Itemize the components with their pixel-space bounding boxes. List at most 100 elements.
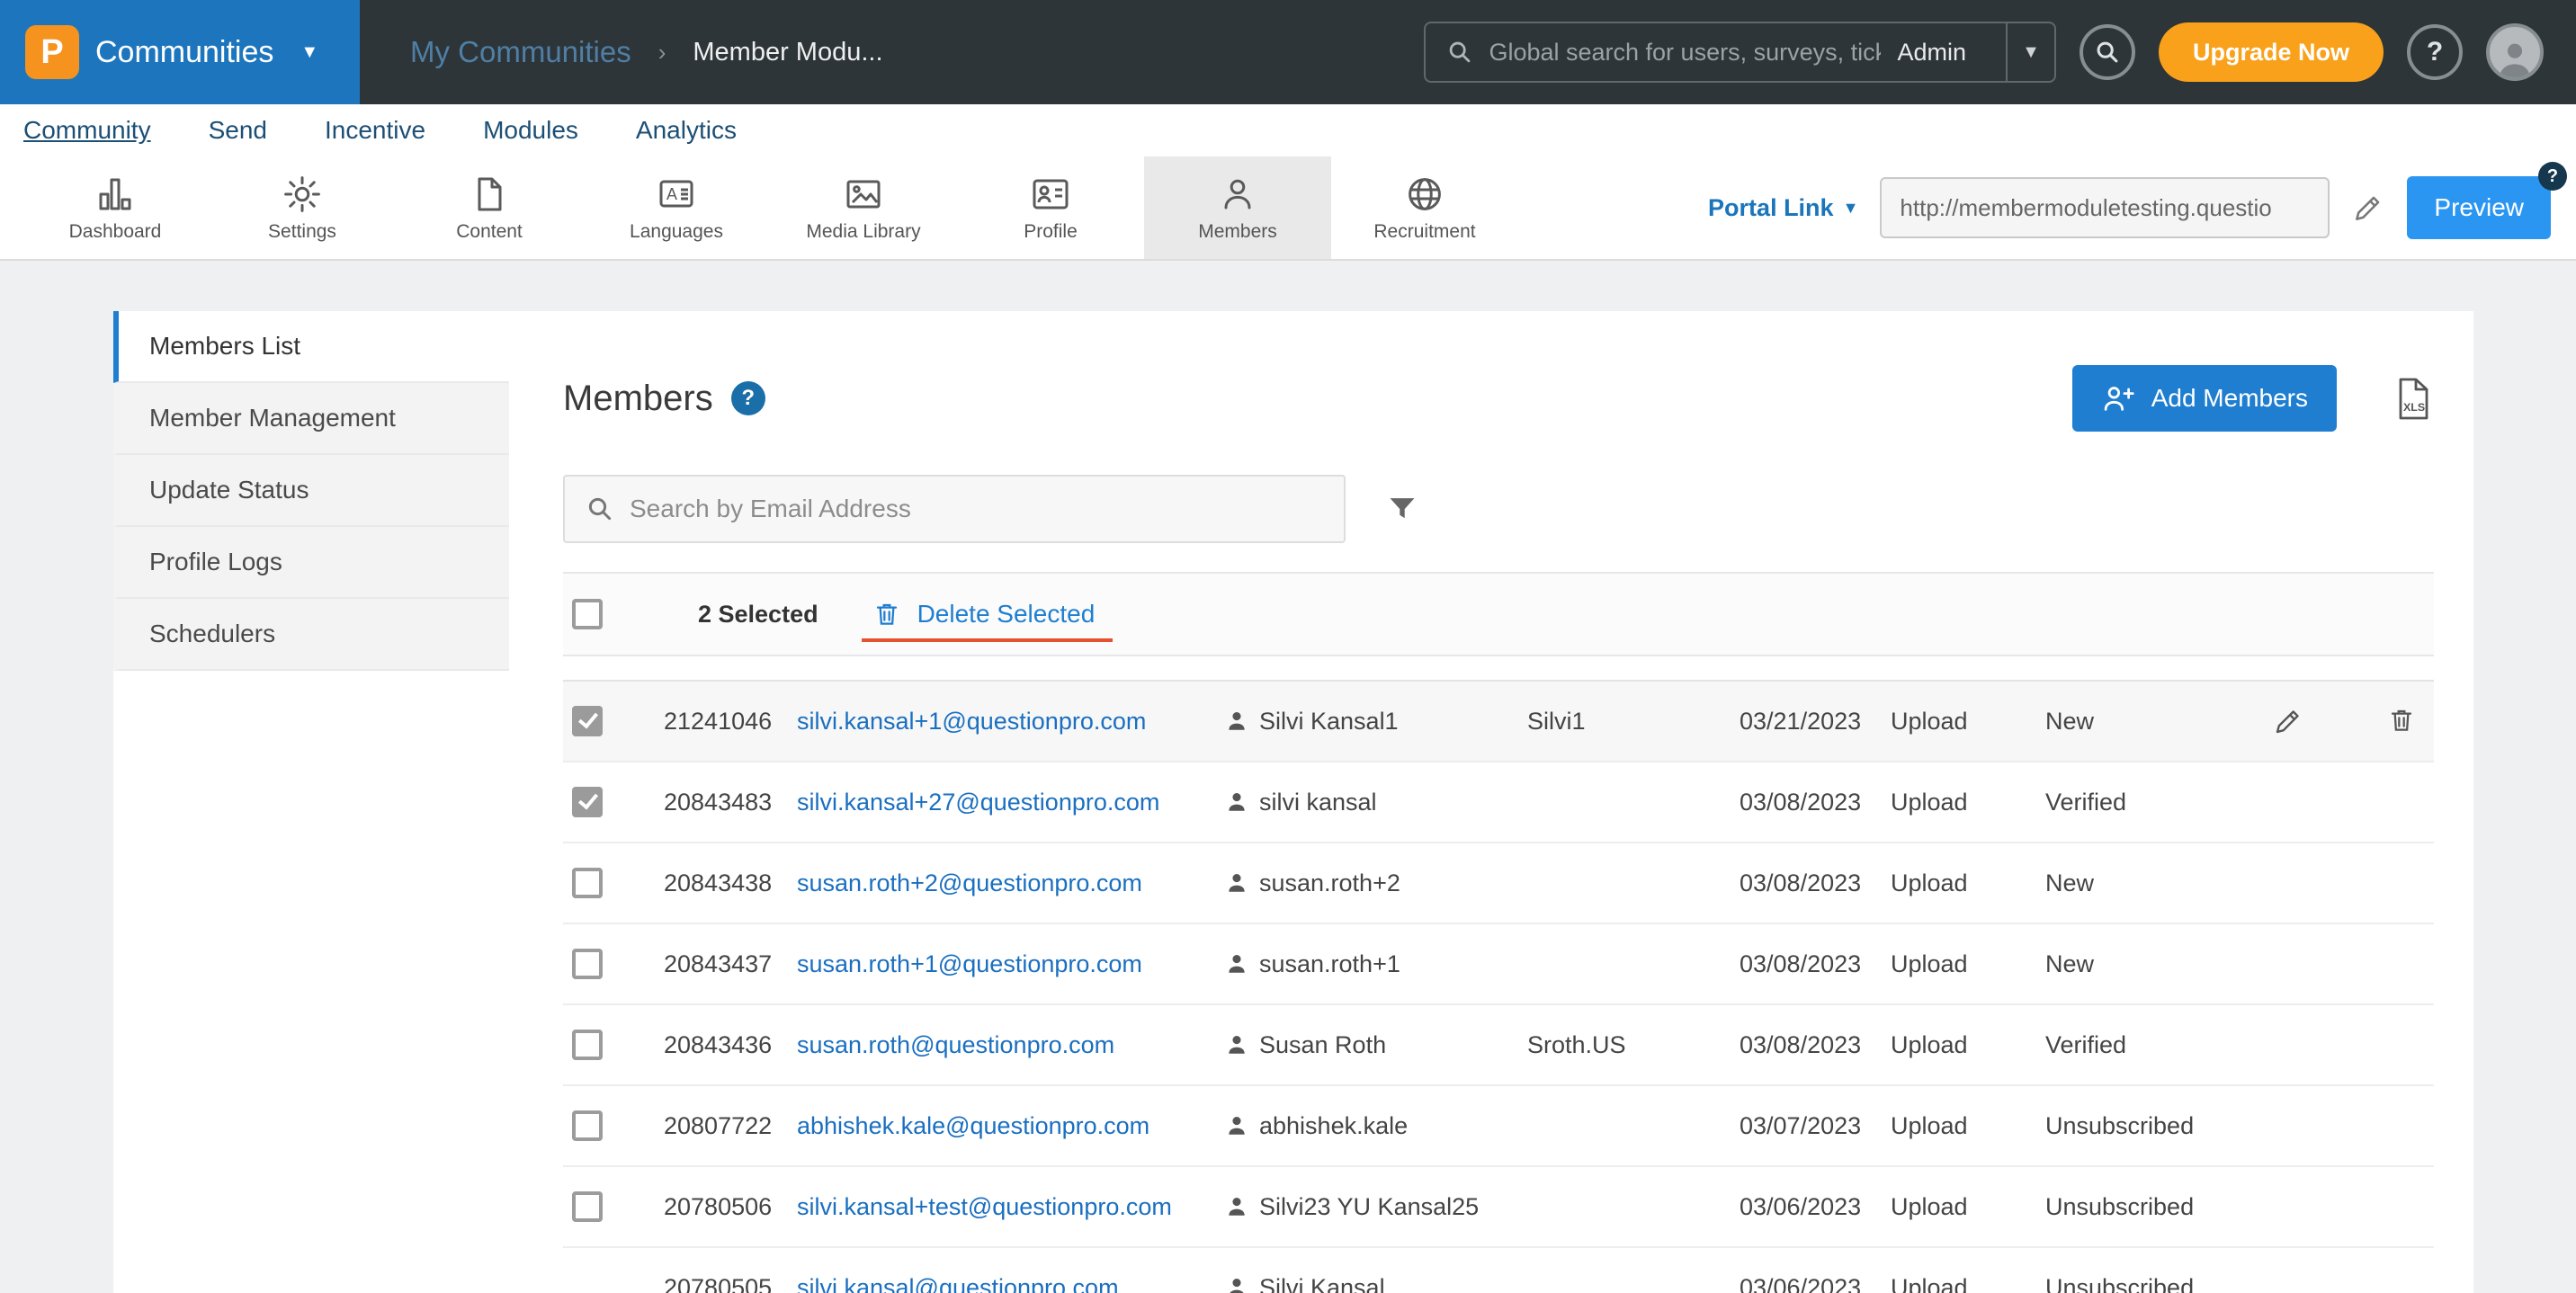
svg-text:XLS: XLS	[2403, 401, 2425, 414]
member-email-link[interactable]: silvi.kansal+1@questionpro.com	[797, 708, 1225, 736]
row-actions	[2272, 705, 2434, 737]
sidebar-item-update-status[interactable]: Update Status	[113, 455, 509, 527]
person-plus-icon	[2101, 383, 2135, 414]
top-bar: P Communities ▼ My Communities › Member …	[0, 0, 2576, 104]
xls-file-icon: XLS	[2391, 375, 2434, 422]
member-id: 20843483	[664, 789, 797, 816]
preview-help-badge[interactable]: ?	[2538, 162, 2567, 191]
search-scope-dropdown[interactable]: ▼	[2006, 23, 2054, 81]
selected-count: 2 Selected	[698, 601, 818, 629]
search-scope-label: Admin	[1897, 39, 1984, 67]
member-source: Upload	[1891, 1193, 2045, 1221]
upgrade-now-button[interactable]: Upgrade Now	[2159, 22, 2384, 82]
member-date: 03/08/2023	[1740, 789, 1891, 816]
communities-app-switcher[interactable]: P Communities ▼	[0, 0, 360, 104]
sidebar-item-profile-logs[interactable]: Profile Logs	[113, 527, 509, 599]
row-checkbox[interactable]	[572, 787, 603, 817]
row-checkbox-cell	[563, 1272, 664, 1293]
member-email-link[interactable]: susan.roth+2@questionpro.com	[797, 869, 1225, 897]
nav-modules[interactable]: Modules	[454, 116, 607, 145]
row-checkbox[interactable]	[572, 1191, 603, 1222]
tab-dashboard[interactable]: Dashboard	[22, 156, 209, 259]
tab-languages[interactable]: A Languages	[583, 156, 770, 259]
sidebar-item-member-management[interactable]: Member Management	[113, 383, 509, 455]
preview-button[interactable]: Preview	[2407, 176, 2551, 239]
row-checkbox[interactable]	[572, 706, 603, 736]
person-icon	[1225, 1276, 1248, 1293]
members-help-badge[interactable]: ?	[731, 381, 765, 415]
member-name: Silvi Kansal	[1225, 1274, 1527, 1293]
document-icon	[468, 173, 511, 216]
member-name-text: silvi kansal	[1259, 789, 1377, 816]
person-icon	[1216, 173, 1259, 216]
export-xls-button[interactable]: XLS	[2391, 375, 2434, 422]
member-date: 03/06/2023	[1740, 1193, 1891, 1221]
tab-members[interactable]: Members	[1144, 156, 1331, 259]
person-icon	[1225, 952, 1248, 976]
portal-url-field[interactable]	[1880, 177, 2330, 238]
row-checkbox[interactable]	[572, 1030, 603, 1060]
selection-bar: 2 Selected Delete Selected	[563, 572, 2434, 656]
row-checkbox[interactable]	[572, 949, 603, 979]
tab-settings[interactable]: Settings	[209, 156, 396, 259]
member-source: Upload	[1891, 789, 2045, 816]
breadcrumb-my-communities[interactable]: My Communities	[410, 35, 631, 69]
member-email-link[interactable]: susan.roth+1@questionpro.com	[797, 950, 1225, 978]
member-email-link[interactable]: susan.roth@questionpro.com	[797, 1031, 1225, 1059]
page-title: Members	[563, 379, 713, 419]
tab-recruitment[interactable]: Recruitment	[1331, 156, 1518, 259]
email-search-input[interactable]	[630, 495, 1322, 523]
member-name-text: Silvi Kansal1	[1259, 708, 1399, 736]
person-icon	[1225, 1195, 1248, 1218]
member-alt-name: Silvi1	[1527, 708, 1740, 736]
row-checkbox-cell	[563, 706, 664, 736]
member-source: Upload	[1891, 708, 2045, 736]
delete-selected-button[interactable]: Delete Selected	[872, 574, 1096, 655]
member-email-link[interactable]: silvi.kansal+test@questionpro.com	[797, 1193, 1225, 1221]
members-header-actions: Add Members XLS	[2072, 365, 2434, 432]
member-name: Silvi Kansal1	[1225, 708, 1527, 736]
row-checkbox[interactable]	[572, 1110, 603, 1141]
edit-member-button[interactable]	[2272, 705, 2304, 737]
global-search-input[interactable]	[1489, 39, 1881, 67]
sidebar-item-members-list[interactable]: Members List	[113, 311, 509, 383]
person-icon	[1225, 871, 1248, 895]
tab-profile[interactable]: Profile	[957, 156, 1144, 259]
add-members-button[interactable]: Add Members	[2072, 365, 2337, 432]
nav-incentive[interactable]: Incentive	[296, 116, 454, 145]
id-card-icon	[1029, 173, 1072, 216]
member-email-link[interactable]: silvi.kansal@questionpro.com	[797, 1274, 1225, 1293]
questionpro-logo: P	[25, 25, 79, 79]
member-email-link[interactable]: abhishek.kale@questionpro.com	[797, 1112, 1225, 1140]
tab-label: Profile	[1024, 221, 1078, 243]
tab-media-library[interactable]: Media Library	[770, 156, 957, 259]
edit-url-button[interactable]	[2351, 191, 2385, 225]
table-row: 20780506 silvi.kansal+test@questionpro.c…	[563, 1167, 2434, 1248]
tab-label: Languages	[630, 221, 723, 243]
pencil-icon	[2272, 705, 2304, 737]
portal-link-group: Portal Link ▼ Preview ?	[1708, 156, 2576, 259]
member-name: Silvi23 YU Kansal25	[1225, 1193, 1527, 1221]
filter-button[interactable]	[1385, 492, 1419, 526]
member-source: Upload	[1891, 1031, 2045, 1059]
member-email-link[interactable]: silvi.kansal+27@questionpro.com	[797, 789, 1225, 816]
help-button[interactable]: ?	[2407, 24, 2463, 80]
preview-group: Preview ?	[2407, 176, 2551, 239]
tab-content[interactable]: Content	[396, 156, 583, 259]
delete-member-button[interactable]	[2387, 705, 2416, 737]
nav-community[interactable]: Community	[20, 116, 180, 145]
avatar[interactable]	[2486, 23, 2544, 81]
member-date: 03/21/2023	[1740, 708, 1891, 736]
sidebar-item-schedulers[interactable]: Schedulers	[113, 599, 509, 671]
nav-analytics[interactable]: Analytics	[607, 116, 765, 145]
row-checkbox[interactable]	[572, 868, 603, 898]
gear-icon	[281, 173, 324, 216]
portal-link-dropdown[interactable]: Portal Link ▼	[1708, 194, 1858, 222]
member-status: Verified	[2045, 1031, 2272, 1059]
member-name-text: abhishek.kale	[1259, 1112, 1408, 1140]
svg-text:A: A	[666, 185, 677, 203]
member-source: Upload	[1891, 1274, 2045, 1293]
select-all-checkbox[interactable]	[572, 599, 603, 629]
search-submit-button[interactable]	[2080, 24, 2135, 80]
nav-send[interactable]: Send	[180, 116, 296, 145]
